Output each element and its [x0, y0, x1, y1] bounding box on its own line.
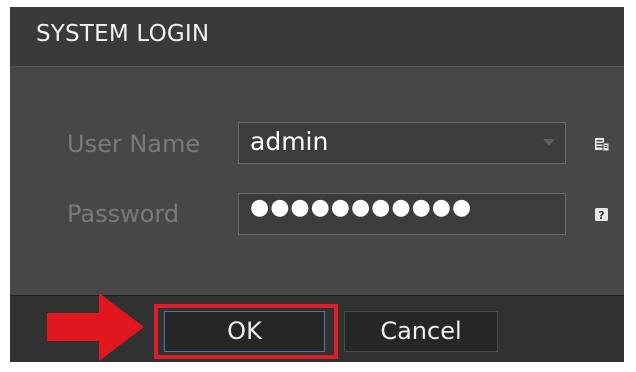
username-value: admin: [250, 127, 329, 156]
password-field[interactable]: ●●●●●●●●●●●: [238, 193, 566, 235]
cancel-button[interactable]: Cancel: [344, 311, 498, 352]
ok-button[interactable]: OK: [164, 311, 325, 352]
chevron-down-icon[interactable]: [543, 139, 555, 146]
dialog-titlebar: SYSTEM LOGIN: [10, 7, 624, 67]
login-form: User Name admin Password ●●●●●●●●●●● ?: [10, 67, 624, 294]
user-list-icon[interactable]: [594, 136, 610, 152]
help-icon[interactable]: ?: [594, 207, 610, 223]
username-field[interactable]: admin: [238, 122, 566, 164]
red-arrow-icon: [47, 293, 144, 361]
username-label: User Name: [67, 130, 201, 158]
password-masked-value: ●●●●●●●●●●●: [250, 195, 473, 220]
dialog-title: SYSTEM LOGIN: [36, 21, 210, 47]
password-label: Password: [67, 200, 180, 228]
svg-text:?: ?: [598, 209, 604, 222]
